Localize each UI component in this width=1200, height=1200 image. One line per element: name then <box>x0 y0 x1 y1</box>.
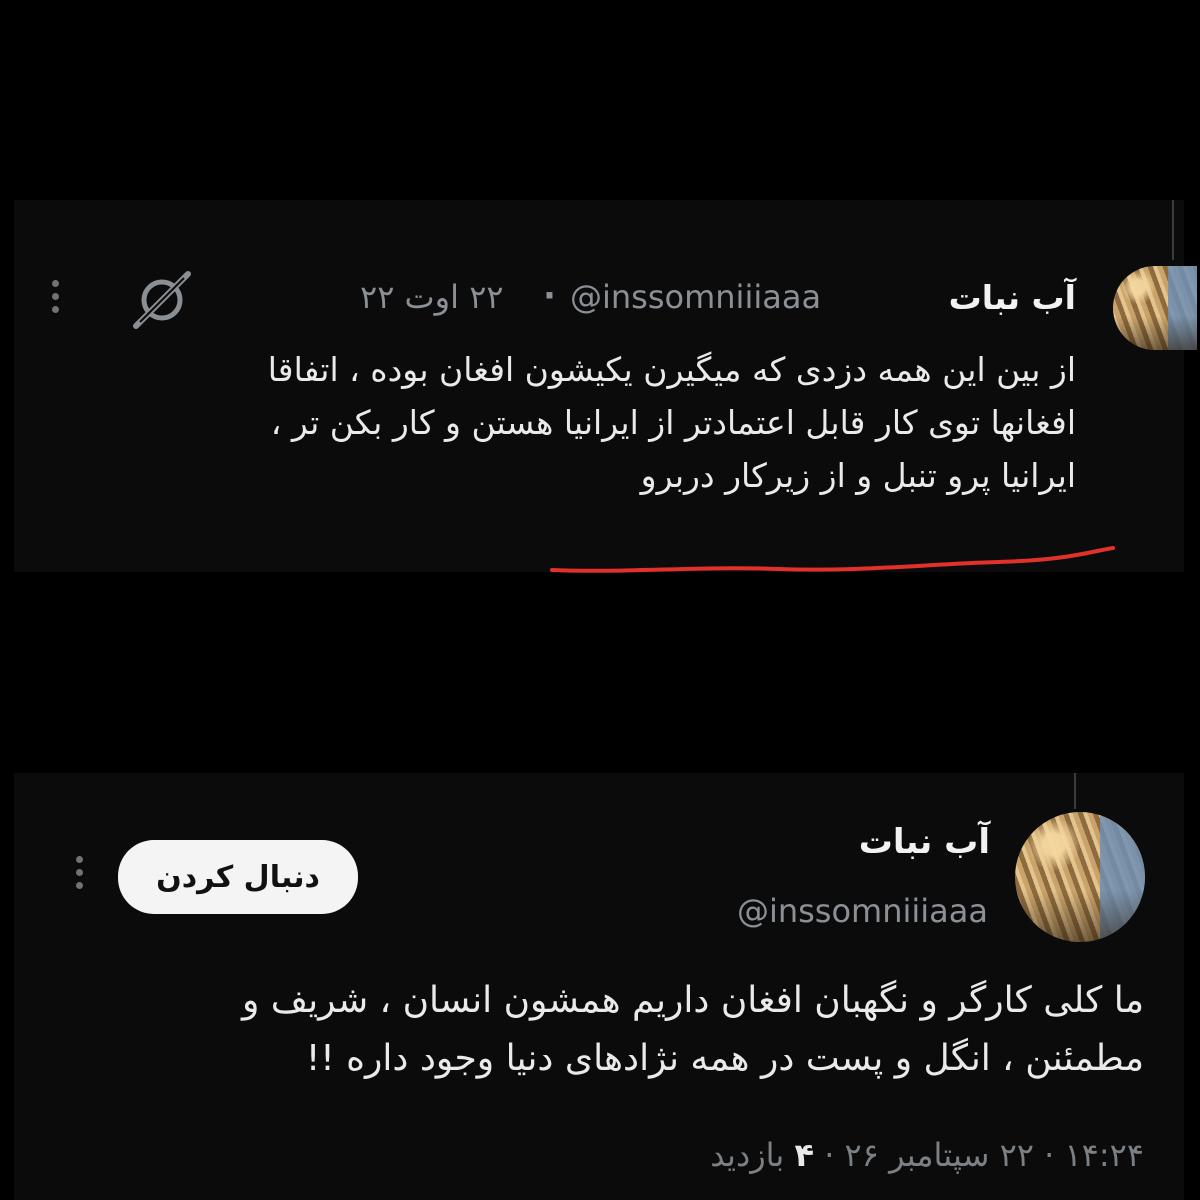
follow-button[interactable]: دنبال کردن <box>118 840 358 914</box>
tweet-date[interactable]: ۲۲ سپتامبر ۲۶ <box>845 1136 1034 1174</box>
tweet-line: ایرانیا پرو تنبل و از زیرکار دربرو <box>640 455 1076 495</box>
separator-dot: · <box>824 1136 835 1174</box>
display-name[interactable]: آب نبات <box>859 822 990 862</box>
thread-line-top <box>1074 773 1076 809</box>
user-handle[interactable]: @inssomniiiaaa <box>570 278 821 316</box>
tweet-text: از بین این همه دزدی که میگیرن یکیشون افغ… <box>36 344 1076 502</box>
tweet-line: مطمئنن ، انگل و پست در همه نژادهای دنیا … <box>305 1037 1144 1079</box>
red-underline <box>550 546 1115 573</box>
tweet-date[interactable]: ۲۲ اوت ۲۲ <box>360 278 504 316</box>
thread-line-top <box>1172 200 1174 260</box>
separator-dot: · <box>543 276 556 316</box>
display-name[interactable]: آب نبات <box>949 278 1076 317</box>
separator-dot: · <box>1044 1136 1055 1174</box>
tweet-meta: ۱۴:۲۴ · ۲۲ سپتامبر ۲۶ · ۴ بازدید <box>710 1136 1144 1174</box>
tweet-line: افغانها توی کار قابل اعتمادتر از ایرانیا… <box>270 402 1076 442</box>
tweet-time[interactable]: ۱۴:۲۴ <box>1064 1136 1144 1174</box>
more-options-icon[interactable] <box>52 280 59 313</box>
tweet-line: از بین این همه دزدی که میگیرن یکیشون افغ… <box>267 350 1076 389</box>
grok-icon[interactable] <box>130 268 194 332</box>
tweet-line: ما کلی کارگر و نگهبان افغان داریم همشون … <box>241 980 1144 1021</box>
avatar[interactable] <box>1113 266 1197 350</box>
views-count: ۴ <box>794 1136 815 1174</box>
user-handle[interactable]: @inssomniiiaaa <box>737 892 988 930</box>
tweet-text: ما کلی کارگر و نگهبان افغان داریم همشون … <box>44 972 1144 1087</box>
avatar[interactable] <box>1015 812 1145 942</box>
more-options-icon[interactable] <box>76 856 83 889</box>
views-label: بازدید <box>710 1136 785 1174</box>
